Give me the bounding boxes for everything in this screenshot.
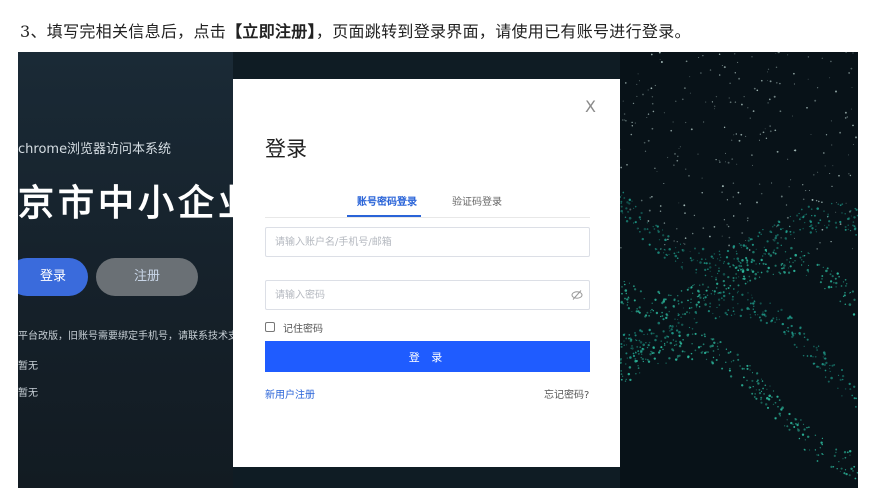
active-tab-indicator (347, 215, 421, 217)
login-modal: X 登录 账号密码登录 验证码登录 记住密码 登 录 新用户注册 忘记密码? (233, 79, 620, 467)
browser-hint: chrome浏览器访问本系统 (18, 142, 172, 157)
eye-hidden-icon[interactable] (571, 289, 583, 301)
migration-notice: 平台改版，旧账号需要绑定手机号，请联系技术支持协 (18, 331, 258, 342)
register-link[interactable]: 新用户注册 (265, 386, 315, 401)
background-login-button[interactable]: 登录 (18, 258, 88, 296)
remember-checkbox[interactable] (265, 322, 275, 332)
screenshot-frame: chrome浏览器访问本系统 京市中小企业 登录 注册 平台改版，旧账号需要绑定… (18, 52, 858, 488)
instruction-prefix: 3、填写完相关信息后，点击 (20, 22, 227, 41)
tab-sms-login[interactable]: 验证码登录 (452, 193, 502, 208)
system-title: 京市中小企业 (18, 183, 259, 224)
close-icon[interactable]: X (585, 97, 596, 116)
background-left-panel: chrome浏览器访问本系统 京市中小企业 登录 注册 平台改版，旧账号需要绑定… (18, 52, 258, 488)
account-input[interactable] (265, 227, 590, 257)
instruction-text: 3、填写完相关信息后，点击【立即注册】，页面跳转到登录界面，请使用已有账号进行登… (20, 18, 860, 42)
login-button[interactable]: 登 录 (265, 341, 590, 372)
info-value-1: 暂无 (18, 361, 38, 372)
forgot-password-link[interactable]: 忘记密码? (544, 386, 589, 401)
modal-title: 登录 (265, 137, 307, 161)
instruction-suffix: ，页面跳转到登录界面，请使用已有账号进行登录。 (315, 22, 691, 41)
login-tabs: 账号密码登录 验证码登录 (265, 185, 590, 218)
info-value-2: 暂无 (18, 388, 38, 399)
tab-password-login[interactable]: 账号密码登录 (357, 193, 417, 208)
remember-password: 记住密码 (265, 320, 323, 335)
background-register-button[interactable]: 注册 (96, 258, 198, 296)
password-input[interactable] (265, 280, 590, 310)
background-particle-wave (620, 52, 858, 488)
particle-wave-graphic (620, 52, 858, 480)
remember-label: 记住密码 (283, 323, 323, 335)
instruction-highlight: 【立即注册】 (226, 22, 316, 41)
